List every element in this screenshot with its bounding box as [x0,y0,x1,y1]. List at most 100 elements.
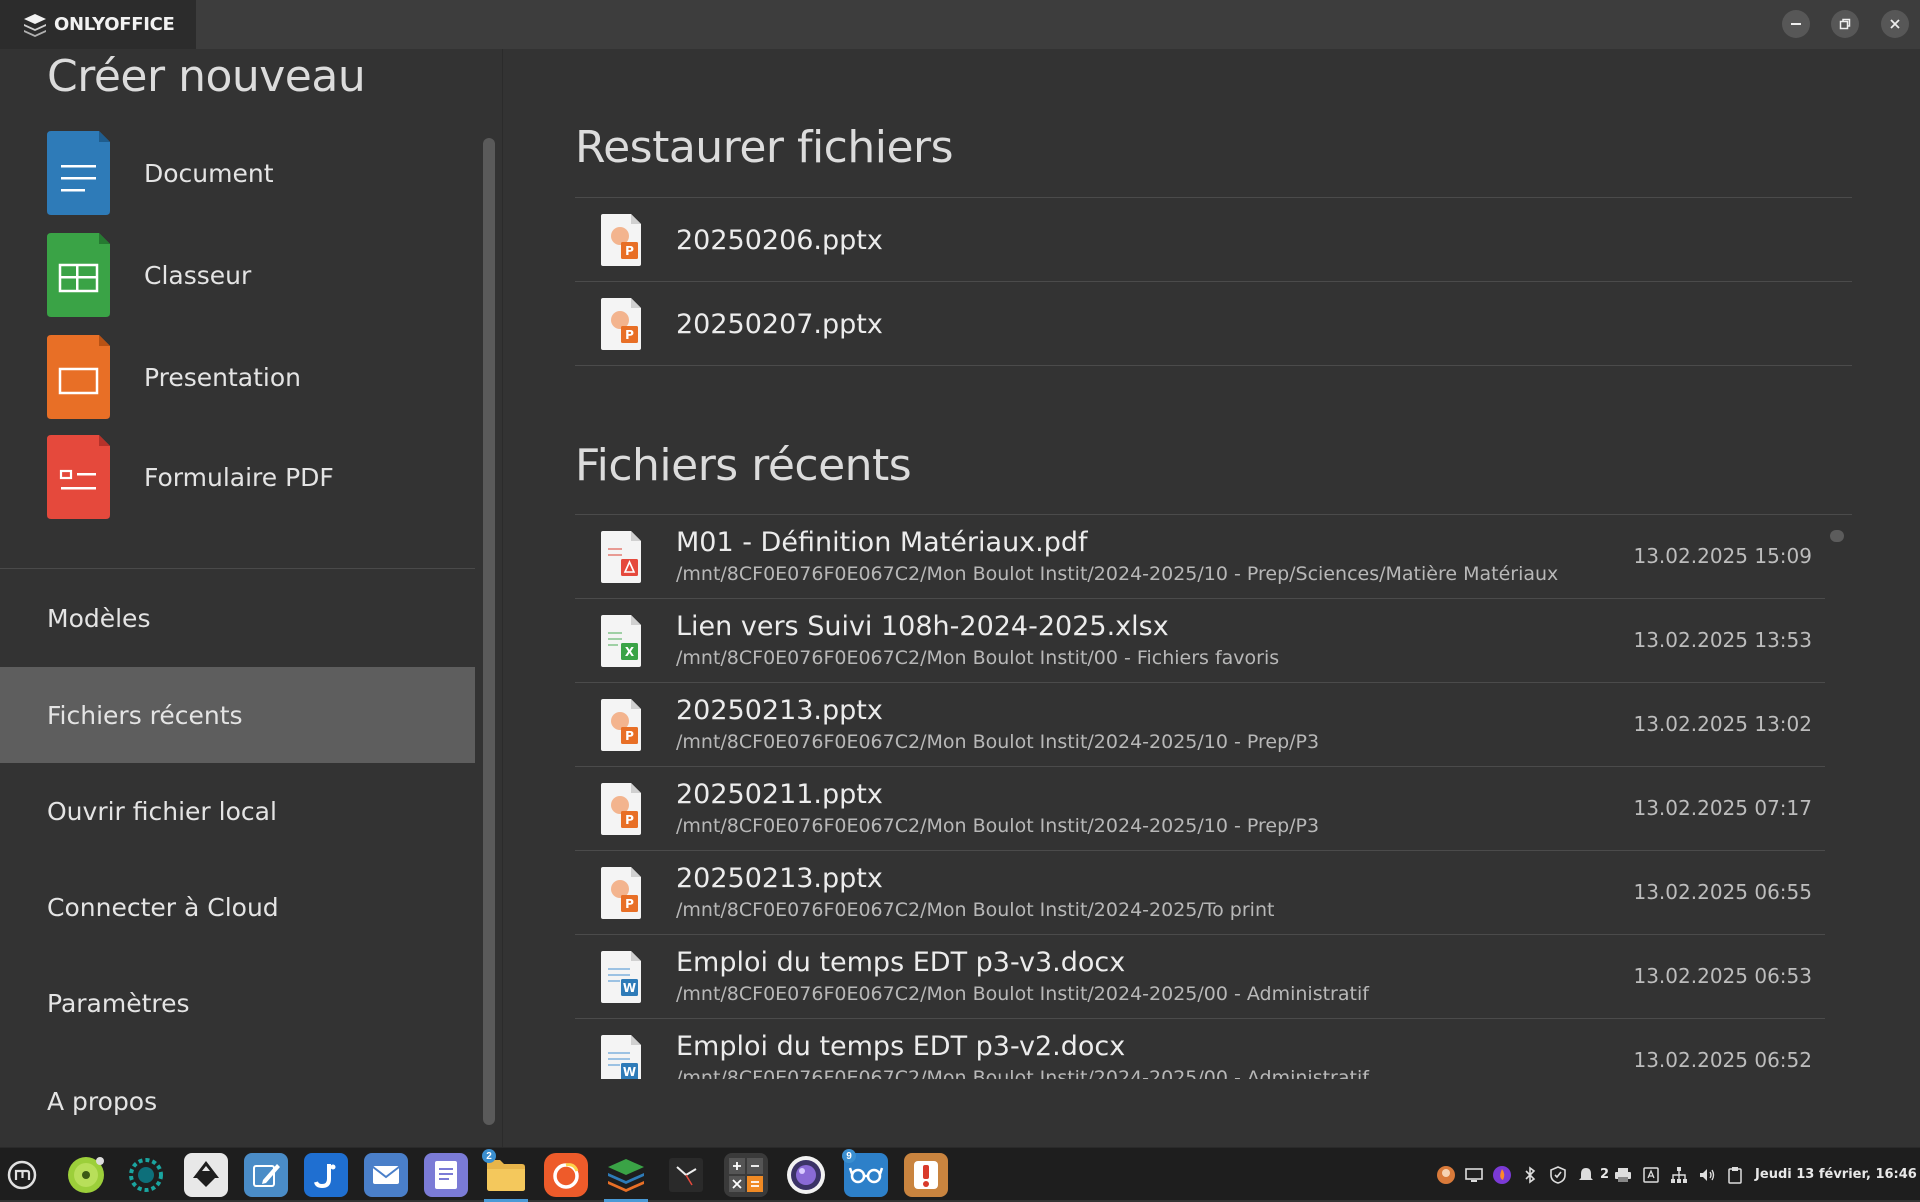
mint-menu-icon [7,1160,37,1190]
recent-file-row[interactable]: W Emploi du temps EDT p3-v3.docx /mnt/8C… [575,935,1825,1019]
file-date: 13.02.2025 06:55 [1633,880,1812,904]
create-presentation-button[interactable]: Presentation [47,335,301,419]
clock-text[interactable]: Jeudi 13 février, 16:46 [1755,1167,1917,1182]
recent-scrollbar[interactable] [1830,530,1844,542]
pdf-file-icon [601,531,641,583]
display-tray-icon[interactable] [1464,1165,1484,1185]
taskbar-app-browser[interactable] [784,1153,828,1197]
svg-text:P: P [625,897,634,911]
taskbar-app-inkscape[interactable] [184,1153,228,1197]
flame-tray-icon[interactable] [1492,1165,1512,1185]
taskbar-app-firefox[interactable] [544,1153,588,1197]
restore-file-row[interactable]: P 20250206.pptx [575,198,1852,282]
svg-text:W: W [623,981,636,995]
sidebar-item-about[interactable]: A propos [0,1053,475,1149]
system-tray: 2 Jeudi 13 février, 16:46 [1432,1148,1917,1201]
file-date: 13.02.2025 06:53 [1633,964,1812,988]
create-spreadsheet-button[interactable]: Classeur [47,233,251,317]
taskbar-app-clock[interactable] [664,1153,708,1197]
app-name: ONLYOFFICE [54,14,175,35]
notification-tray-icon[interactable] [1576,1165,1596,1185]
svg-text:P: P [625,729,634,743]
taskbar-app-reader[interactable]: 9 [842,1149,888,1197]
file-name: 20250206.pptx [676,225,883,256]
recent-file-row[interactable]: P 20250211.pptx /mnt/8CF0E076F0E067C2/Mo… [575,767,1825,851]
main-content: Restaurer fichiers P 20250206.pptx P 202… [504,49,1920,1147]
maximize-button[interactable] [1831,10,1859,38]
pptx-file-icon: P [601,783,641,835]
start-menu-button[interactable] [2,1153,42,1197]
file-name: 20250211.pptx [676,779,883,810]
restore-file-row[interactable]: P 20250207.pptx [575,282,1852,366]
minimize-icon [1791,23,1801,25]
shield-tray-icon[interactable] [1548,1165,1568,1185]
file-name: M01 - Définition Matériaux.pdf [676,527,1088,558]
file-name: 20250213.pptx [676,695,883,726]
file-name: Emploi du temps EDT p3-v2.docx [676,1031,1126,1062]
svg-text:P: P [625,328,634,342]
minimize-button[interactable] [1782,10,1810,38]
create-document-button[interactable]: Document [47,131,274,215]
file-date: 13.02.2025 06:52 [1633,1048,1812,1072]
main-scroll-area: Restaurer fichiers P 20250206.pptx P 202… [504,49,1920,1079]
taskbar-app-calculator[interactable] [724,1153,768,1197]
file-path: /mnt/8CF0E076F0E067C2/Mon Boulot Instit/… [676,731,1320,753]
docx-file-icon: W [601,1035,641,1079]
close-icon [1890,19,1900,29]
volume-tray-icon[interactable] [1697,1165,1717,1185]
disc-icon [68,1157,104,1193]
close-button[interactable] [1881,10,1909,38]
spreadsheet-icon [47,233,110,317]
ring-app-icon [129,1158,163,1192]
taskbar-app-text-editor[interactable] [424,1153,468,1197]
sidebar-item-recent-files[interactable]: Fichiers récents [0,667,475,763]
firefox-icon [553,1163,579,1189]
clipboard-tray-icon[interactable] [1725,1165,1745,1185]
taskbar-app-joplin[interactable] [304,1153,348,1197]
taskbar-app-system[interactable] [124,1153,168,1197]
taskbar-app-onlyoffice[interactable] [604,1153,648,1202]
create-pdf-form-button[interactable]: Formulaire PDF [47,435,334,519]
onlyoffice-logo-icon [24,13,46,37]
pptx-file-icon: P [601,867,641,919]
svg-text:P: P [625,813,634,827]
docx-file-icon: W [601,951,641,1003]
sidebar-item-settings[interactable]: Paramètres [0,955,475,1051]
file-path: /mnt/8CF0E076F0E067C2/Mon Boulot Instit/… [676,815,1320,837]
recent-file-row[interactable]: M01 - Définition Matériaux.pdf /mnt/8CF0… [575,515,1825,599]
taskbar-app-files[interactable]: 2 [482,1149,528,1202]
create-item-label: Document [144,158,274,188]
taskbar-app-mail[interactable] [364,1153,408,1197]
sidebar-item-templates[interactable]: Modèles [0,570,475,666]
recent-file-row[interactable]: P 20250213.pptx /mnt/8CF0E076F0E067C2/Mo… [575,851,1825,935]
file-date: 13.02.2025 13:53 [1633,628,1812,652]
sidebar: Créer nouveau Document Classeur Presenta… [0,49,503,1147]
svg-text:P: P [625,244,634,258]
recent-file-row[interactable]: X Lien vers Suivi 108h-2024-2025.xlsx /m… [575,599,1825,683]
network-tray-icon[interactable] [1669,1165,1689,1185]
presentation-icon [47,335,110,419]
create-new-title: Créer nouveau [47,51,366,102]
joplin-icon [314,1164,336,1189]
file-name: 20250213.pptx [676,863,883,894]
sidebar-divider [0,568,475,569]
bluetooth-tray-icon[interactable] [1520,1165,1540,1185]
title-bar: ONLYOFFICE [0,0,1920,49]
recent-file-row[interactable]: W Emploi du temps EDT p3-v2.docx /mnt/8C… [575,1019,1825,1079]
sidebar-scrollbar[interactable] [483,138,495,1125]
printer-tray-icon[interactable] [1613,1165,1633,1185]
taskbar-app-drawing[interactable] [244,1153,288,1197]
document-icon [47,131,110,215]
pptx-file-icon: P [601,699,641,751]
files-badge: 2 [482,1149,496,1163]
sidebar-item-connect-cloud[interactable]: Connecter à Cloud [0,859,475,955]
keyboard-tray-icon[interactable] [1641,1165,1661,1185]
recent-files-title: Fichiers récents [575,440,912,491]
create-item-label: Classeur [144,260,252,290]
sidebar-item-open-local[interactable]: Ouvrir fichier local [0,763,475,859]
taskbar-app-alert[interactable] [904,1153,948,1197]
avatar-tray-icon[interactable] [1436,1165,1456,1185]
app-tab[interactable]: ONLYOFFICE [0,0,196,49]
recent-file-row[interactable]: P 20250213.pptx /mnt/8CF0E076F0E067C2/Mo… [575,683,1825,767]
taskbar-app-music[interactable] [64,1153,108,1197]
